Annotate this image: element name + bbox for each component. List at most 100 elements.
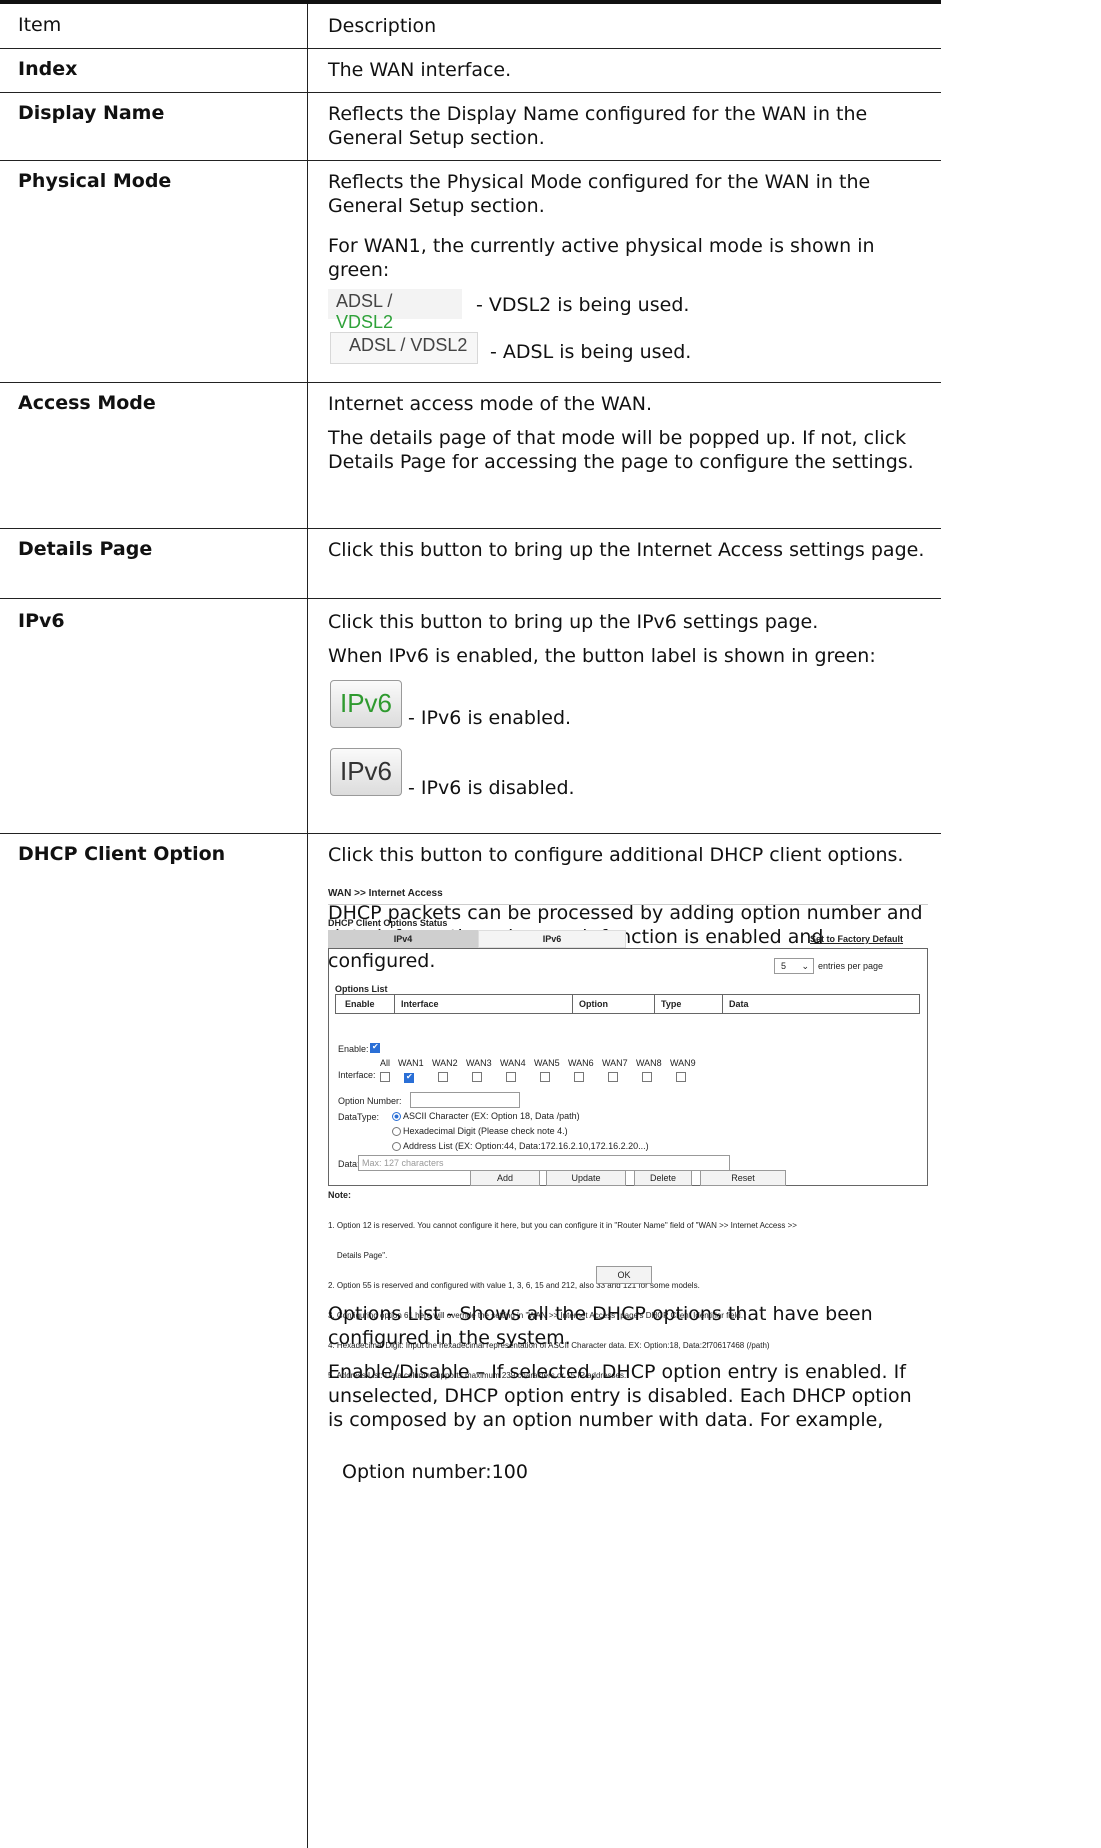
- desc-access-mode-1: Internet access mode of the WAN.: [328, 393, 653, 415]
- item-physical-mode: Physical Mode: [18, 170, 172, 192]
- col-data: Data: [729, 999, 749, 1009]
- item-index: Index: [18, 58, 78, 80]
- pill-vdsl-green-text: VDSL2: [336, 312, 394, 332]
- iface-wan7-checkbox[interactable]: [608, 1072, 618, 1082]
- enable-disable-term: Enable/Disable: [328, 1361, 470, 1383]
- desc-details-page: Click this button to bring up the Intern…: [328, 539, 925, 561]
- col-divider: [572, 995, 573, 1013]
- row-physical-mode: Physical Mode Reflects the Physical Mode…: [0, 160, 941, 383]
- adsl-note: - ADSL is being used.: [490, 341, 692, 363]
- chevron-down-icon: ⌄: [801, 961, 809, 971]
- datatype-addr-radio[interactable]: Address List (EX: Option:44, Data:172.16…: [392, 1141, 649, 1152]
- desc-display-name: Reflects the Display Name configured for…: [328, 103, 868, 149]
- header-item: Item: [18, 14, 62, 36]
- note-title: Note:: [328, 1190, 351, 1200]
- options-list-title: Options List: [335, 984, 388, 994]
- ipv6-disabled-note: - IPv6 is disabled.: [408, 777, 575, 799]
- item-details-page: Details Page: [18, 538, 153, 560]
- factory-default-link[interactable]: Set to Factory Default: [810, 934, 903, 944]
- iface-wan8: WAN8: [636, 1058, 662, 1068]
- tab-ipv4[interactable]: IPv4: [328, 930, 478, 948]
- table-header-row: Item Description: [0, 4, 941, 49]
- iface-wan1-checkbox[interactable]: [404, 1072, 414, 1083]
- desc-dhcp-1: Click this button to configure additiona…: [328, 844, 904, 866]
- iface-wan4: WAN4: [500, 1058, 526, 1068]
- data-label: Data:: [338, 1159, 360, 1169]
- vdsl-active-image: ADSL / VDSL2: [328, 289, 462, 332]
- desc-ipv6-1: Click this button to bring up the IPv6 s…: [328, 611, 819, 633]
- add-button[interactable]: Add: [470, 1170, 540, 1186]
- options-list-desc: Options List - Shows all the DHCP option…: [328, 1302, 928, 1350]
- section-title: DHCP Client Options Status: [328, 918, 448, 928]
- col-option: Option: [579, 999, 608, 1009]
- item-ipv6: IPv6: [18, 610, 65, 632]
- item-access-mode: Access Mode: [18, 392, 156, 414]
- desc-physical-mode-1: Reflects the Physical Mode configured fo…: [328, 171, 871, 217]
- iface-wan9-checkbox[interactable]: [676, 1072, 686, 1082]
- datatype-ascii-radio[interactable]: ASCII Character (EX: Option 18, Data /pa…: [392, 1111, 580, 1122]
- update-button[interactable]: Update: [546, 1170, 626, 1186]
- breadcrumb: WAN >> Internet Access: [328, 888, 443, 899]
- data-input[interactable]: Max: 127 characters: [358, 1155, 730, 1171]
- reset-button[interactable]: Reset: [700, 1170, 786, 1186]
- option-number-label: Option Number:: [338, 1096, 402, 1106]
- col-divider: [394, 995, 395, 1013]
- iface-all-checkbox[interactable]: [380, 1072, 390, 1082]
- ipv6-enabled-button-image: IPv6: [330, 680, 402, 728]
- datatype-hex-radio[interactable]: Hexadecimal Digit (Please check note 4.): [392, 1126, 568, 1137]
- iface-wan9: WAN9: [670, 1058, 696, 1068]
- delete-button[interactable]: Delete: [634, 1170, 692, 1186]
- iface-wan4-checkbox[interactable]: [506, 1072, 516, 1082]
- col-interface: Interface: [401, 999, 439, 1009]
- note-1: 1. Option 12 is reserved. You cannot con…: [328, 1221, 797, 1230]
- datatype-addr-text: Address List (EX: Option:44, Data:172.16…: [403, 1141, 649, 1151]
- dhcp-options-screenshot: WAN >> Internet Access DHCP Client Optio…: [328, 882, 928, 1380]
- row-access-mode: Access Mode Internet access mode of the …: [0, 382, 941, 529]
- pill-adsl-vdsl-text: ADSL / VDSL2: [349, 335, 468, 355]
- col-type: Type: [661, 999, 682, 1009]
- iface-wan2: WAN2: [432, 1058, 458, 1068]
- options-list-term: Options List: [328, 1303, 441, 1325]
- col-divider: [722, 995, 723, 1013]
- item-dhcp-client-option: DHCP Client Option: [18, 843, 226, 865]
- iface-wan1: WAN1: [398, 1058, 424, 1068]
- iface-all: All: [380, 1058, 391, 1068]
- iface-wan3: WAN3: [466, 1058, 492, 1068]
- iface-wan6: WAN6: [568, 1058, 594, 1068]
- iface-wan3-checkbox[interactable]: [472, 1072, 482, 1082]
- enable-checkbox[interactable]: [370, 1042, 380, 1053]
- tab-ipv6[interactable]: IPv6: [478, 930, 626, 948]
- desc-index: The WAN interface.: [328, 59, 512, 81]
- header-description: Description: [328, 15, 437, 37]
- iface-wan8-checkbox[interactable]: [642, 1072, 652, 1082]
- ipv6-enabled-note: - IPv6 is enabled.: [408, 707, 572, 729]
- row-details-page: Details Page Click this button to bring …: [0, 528, 941, 599]
- iface-wan2-checkbox[interactable]: [438, 1072, 448, 1082]
- datatype-ascii-text: ASCII Character (EX: Option 18, Data /pa…: [403, 1111, 580, 1121]
- note-1-cont: Details Page".: [328, 1251, 388, 1260]
- enable-disable-desc: Enable/Disable – If selected, DHCP optio…: [328, 1360, 928, 1432]
- options-table-header: Enable Interface Option Type Data: [335, 994, 920, 1014]
- row-ipv6: IPv6 Click this button to bring up the I…: [0, 598, 941, 834]
- iface-wan7: WAN7: [602, 1058, 628, 1068]
- item-display-name: Display Name: [18, 102, 165, 124]
- desc-ipv6-2: When IPv6 is enabled, the button label i…: [328, 645, 876, 667]
- vdsl-note: - VDSL2 is being used.: [476, 294, 690, 316]
- note-2: 2. Option 55 is reserved and configured …: [328, 1281, 700, 1290]
- ok-button[interactable]: OK: [596, 1266, 652, 1284]
- desc-physical-mode-2: For WAN1, the currently active physical …: [328, 235, 875, 281]
- pill-adsl-text: ADSL: [336, 291, 383, 311]
- interface-grid: All WAN1 WAN2 WAN3 WAN4 WAN5 WAN6 WAN7 W…: [380, 1058, 760, 1086]
- row-index: Index The WAN interface.: [0, 48, 941, 93]
- datatype-label: DataType:: [338, 1112, 380, 1122]
- desc-access-mode-2: The details page of that mode will be po…: [328, 427, 914, 473]
- iface-wan5-checkbox[interactable]: [540, 1072, 550, 1082]
- interface-label: Interface:: [338, 1070, 376, 1080]
- row-display-name: Display Name Reflects the Display Name c…: [0, 92, 941, 161]
- enable-label: Enable:: [338, 1044, 369, 1054]
- per-page-select[interactable]: 5 ⌄: [774, 958, 814, 974]
- option-number-input[interactable]: [410, 1092, 520, 1108]
- breadcrumb-rule: [328, 904, 928, 905]
- pill-slash-text: /: [382, 291, 393, 311]
- iface-wan6-checkbox[interactable]: [574, 1072, 584, 1082]
